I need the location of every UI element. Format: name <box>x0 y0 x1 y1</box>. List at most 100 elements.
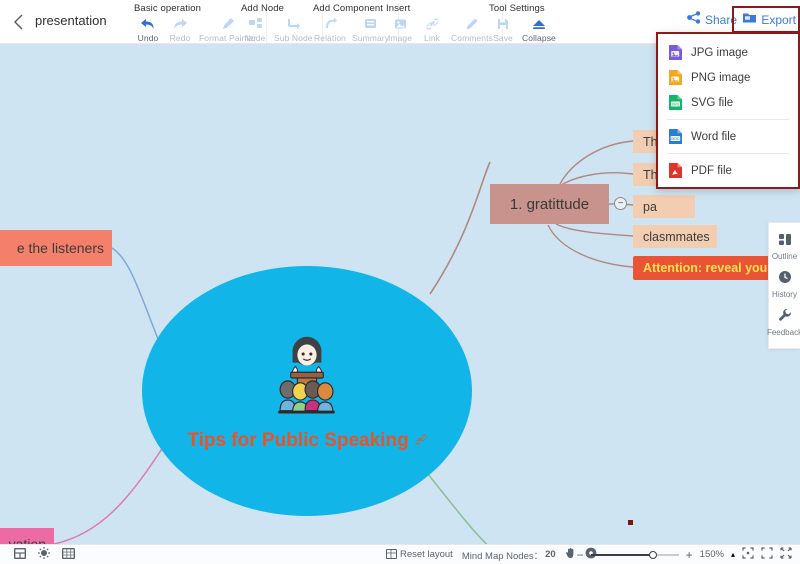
comments-icon <box>464 15 479 32</box>
export-button[interactable]: Export <box>742 11 796 29</box>
export-folder-icon <box>742 11 757 29</box>
node-icon <box>248 15 263 32</box>
redo-label: Redo <box>169 33 191 43</box>
word-file-icon: DOC <box>668 128 683 145</box>
add-node-button[interactable]: Node <box>240 15 270 43</box>
undo-icon <box>140 15 156 32</box>
gratitude-collapse-toggle[interactable]: − <box>614 197 627 210</box>
clock-icon <box>778 270 792 289</box>
undo-label: Undo <box>137 33 159 43</box>
layout-panel-icon[interactable] <box>14 546 26 564</box>
grid-icon[interactable] <box>62 546 75 564</box>
share-button[interactable]: Share <box>687 11 737 29</box>
zoom-slider[interactable] <box>590 549 679 561</box>
status-bar-center-info: Reset layout Mind Map Nodes： 20 <box>386 546 597 564</box>
toolbar-group-label: Insert <box>386 3 411 14</box>
undo-button[interactable]: Undo <box>133 15 163 43</box>
link-label: Link <box>424 33 440 43</box>
status-bar-zoom-controls: − + 150% ▴ <box>577 546 792 564</box>
node-motivation[interactable]: vation <box>0 528 54 544</box>
export-option-png[interactable]: PNG image <box>658 65 798 90</box>
svg-text:DOC: DOC <box>671 137 680 141</box>
image-icon <box>393 15 408 32</box>
reset-layout-icon <box>386 546 397 564</box>
export-label: Export <box>761 13 796 27</box>
collapse-label: Collapse <box>522 33 556 43</box>
rail-item-feedback[interactable]: Feedback <box>766 304 800 342</box>
status-bar: Reset layout Mind Map Nodes： 20 − + 150%… <box>0 544 800 564</box>
fullscreen-icon[interactable] <box>780 546 792 564</box>
share-label: Share <box>704 13 737 27</box>
pdf-file-icon <box>668 162 683 179</box>
rail-label-feedback: Feedback <box>766 328 800 337</box>
right-side-rail: Outline History Feedback <box>766 222 800 349</box>
rail-label-history: History <box>772 290 797 299</box>
add-relation-button[interactable]: Relation <box>312 15 348 43</box>
image-label: Image <box>387 33 413 43</box>
menu-separator-1 <box>667 119 789 120</box>
link-chain-icon[interactable] <box>414 433 427 449</box>
collapse-icon <box>531 15 547 32</box>
speaker-at-podium-with-audience-icon <box>278 336 335 414</box>
export-option-svg[interactable]: SVG SVG file <box>658 90 798 115</box>
zoom-track-fill <box>590 553 653 556</box>
center-node-label: Tips for Public Speaking <box>187 430 409 451</box>
collapse-button[interactable]: Collapse <box>520 15 558 43</box>
jpg-file-icon <box>668 44 683 61</box>
redo-button[interactable]: Redo <box>165 15 195 43</box>
relation-label: Relation <box>314 33 346 43</box>
back-chevron-icon[interactable] <box>8 12 28 32</box>
save-button[interactable]: Save <box>488 15 518 43</box>
reset-layout-label: Reset layout <box>400 549 453 560</box>
svg-file-icon: SVG <box>668 94 683 111</box>
sub-node-icon <box>286 15 301 32</box>
rail-item-outline[interactable]: Outline <box>769 229 800 266</box>
export-dropdown-menu[interactable]: JPG image PNG image SVG SVG file DOC Wor… <box>656 32 800 189</box>
export-option-word-label: Word file <box>691 130 737 143</box>
export-option-png-label: PNG image <box>691 71 751 84</box>
insert-link-button[interactable]: Link <box>417 15 447 43</box>
theme-brightness-icon[interactable] <box>38 546 50 564</box>
back-chevron-glyph <box>13 14 22 30</box>
summary-icon <box>363 15 378 32</box>
document-title[interactable]: presentation <box>35 13 107 28</box>
annotation-dot <box>628 520 633 525</box>
toolbar-group-label: Add Node <box>241 3 285 14</box>
insert-image-button[interactable]: Image <box>385 15 415 43</box>
zoom-out-button[interactable]: − <box>577 548 584 562</box>
save-icon <box>496 15 510 32</box>
relation-icon <box>323 15 338 32</box>
rail-item-history[interactable]: History <box>769 266 800 304</box>
node-listeners[interactable]: e the listeners <box>0 230 112 266</box>
export-option-jpg-label: JPG image <box>691 46 748 59</box>
rail-label-outline: Outline <box>771 252 798 261</box>
menu-separator-2 <box>667 153 789 154</box>
node-count-label: Mind Map Nodes： <box>461 550 544 562</box>
export-option-svg-label: SVG file <box>691 96 734 109</box>
export-option-word[interactable]: DOC Word file <box>658 124 798 149</box>
export-option-pdf-label: PDF file <box>691 164 732 177</box>
node-gratitude-child-4[interactable]: clasmmates <box>633 225 717 248</box>
zoom-in-button[interactable]: + <box>686 548 693 562</box>
svg-text:SVG: SVG <box>672 102 680 107</box>
png-file-icon <box>668 69 683 86</box>
toolbar-group-tool-settings: Tool Settings Save Collapse <box>481 3 565 43</box>
share-icon <box>687 11 701 29</box>
reset-layout-button[interactable]: Reset layout <box>386 546 453 564</box>
fit-screen-icon[interactable] <box>742 546 754 564</box>
expand-icon[interactable] <box>761 546 773 564</box>
save-label: Save <box>493 33 513 43</box>
export-option-pdf[interactable]: PDF file <box>658 158 798 183</box>
status-bar-left-tools <box>14 546 75 564</box>
wrench-icon <box>778 308 792 327</box>
node-gratitude[interactable]: 1. gratittude <box>490 184 609 224</box>
export-option-jpg[interactable]: JPG image <box>658 40 798 65</box>
zoom-slider-knob[interactable] <box>648 550 657 559</box>
toolbar-group-label: Tool Settings <box>489 3 545 14</box>
node-gratitude-child-3[interactable]: pa <box>633 195 695 218</box>
zoom-level-label: 150% <box>699 549 724 560</box>
hand-tool-icon[interactable] <box>565 546 576 564</box>
center-node[interactable]: Tips for Public Speaking <box>142 266 472 516</box>
zoom-dropdown-caret-icon[interactable]: ▴ <box>731 550 735 559</box>
link-icon <box>425 15 440 32</box>
